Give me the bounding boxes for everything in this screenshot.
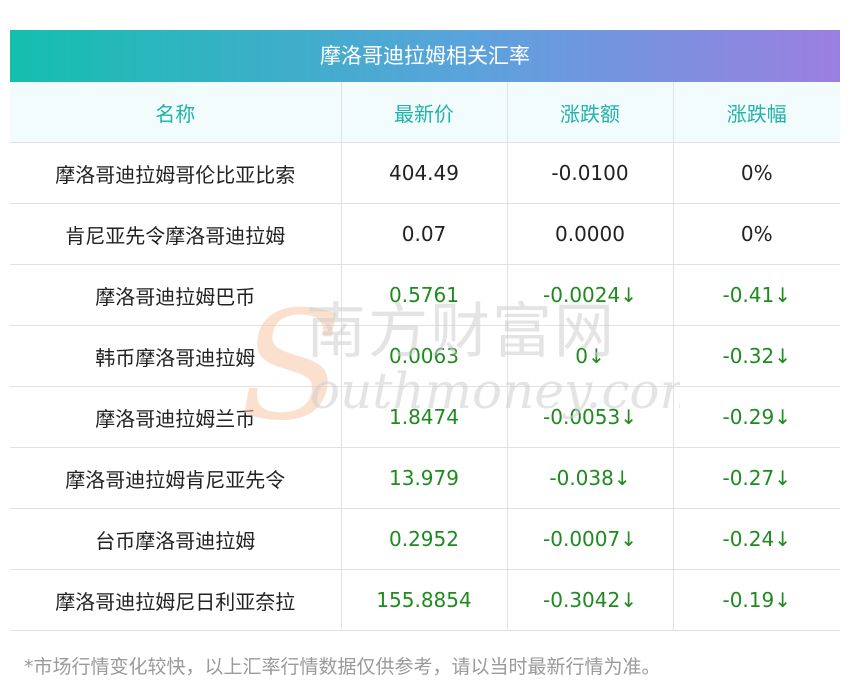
table-row: 摩洛哥迪拉姆肯尼亚先令 13.979 -0.038↓ -0.27↓ (10, 447, 840, 509)
header-row: 名称 最新价 涨跌额 涨跌幅 (10, 82, 840, 143)
exchange-rate-panel: 摩洛哥迪拉姆相关汇率 名称 最新价 涨跌额 涨跌幅 摩洛哥迪拉姆哥伦比亚比索 40… (10, 30, 840, 631)
cell-price: 1.8474 (341, 386, 508, 448)
cell-pct: -0.19↓ (673, 569, 840, 631)
table-row: 肯尼亚先令摩洛哥迪拉姆 0.07 0.0000 0% (10, 203, 840, 265)
cell-pct: -0.41↓ (673, 264, 840, 326)
cell-change: -0.038↓ (507, 447, 674, 509)
table-row: 韩币摩洛哥迪拉姆 0.0063 0↓ -0.32↓ (10, 325, 840, 387)
cell-name: 韩币摩洛哥迪拉姆 (10, 325, 342, 387)
cell-price: 155.8854 (341, 569, 508, 631)
cell-pct: -0.29↓ (673, 386, 840, 448)
table-row: 摩洛哥迪拉姆巴币 0.5761 -0.0024↓ -0.41↓ (10, 264, 840, 326)
cell-name: 摩洛哥迪拉姆尼日利亚奈拉 (10, 569, 342, 631)
cell-name: 摩洛哥迪拉姆肯尼亚先令 (10, 447, 342, 509)
exchange-rate-table: 名称 最新价 涨跌额 涨跌幅 摩洛哥迪拉姆哥伦比亚比索 404.49 -0.0100… (10, 82, 840, 631)
table-row: 摩洛哥迪拉姆尼日利亚奈拉 155.8854 -0.3042↓ -0.19↓ (10, 569, 840, 631)
cell-price: 0.07 (341, 203, 508, 265)
table-row: 摩洛哥迪拉姆哥伦比亚比索 404.49 -0.0100 0% (10, 142, 840, 204)
table-title: 摩洛哥迪拉姆相关汇率 (10, 30, 840, 82)
cell-name: 摩洛哥迪拉姆兰币 (10, 386, 342, 448)
cell-price: 0.2952 (341, 508, 508, 570)
cell-name: 摩洛哥迪拉姆巴币 (10, 264, 342, 326)
cell-change: -0.0024↓ (507, 264, 674, 326)
cell-change: -0.0007↓ (507, 508, 674, 570)
cell-price: 404.49 (341, 142, 508, 204)
cell-name: 台币摩洛哥迪拉姆 (10, 508, 342, 570)
cell-pct: -0.24↓ (673, 508, 840, 570)
cell-price: 0.5761 (341, 264, 508, 326)
cell-price: 13.979 (341, 447, 508, 509)
cell-pct: 0% (673, 142, 840, 204)
cell-price: 0.0063 (341, 325, 508, 387)
cell-name: 肯尼亚先令摩洛哥迪拉姆 (10, 203, 342, 265)
cell-change: -0.0053↓ (507, 386, 674, 448)
cell-change: -0.0100 (507, 142, 674, 204)
column-header-price: 最新价 (341, 82, 508, 143)
cell-name: 摩洛哥迪拉姆哥伦比亚比索 (10, 142, 342, 204)
table-row: 台币摩洛哥迪拉姆 0.2952 -0.0007↓ -0.24↓ (10, 508, 840, 570)
column-header-change: 涨跌额 (507, 82, 674, 143)
cell-change: -0.3042↓ (507, 569, 674, 631)
footnote-disclaimer: *市场行情变化较快，以上汇率行情数据仅供参考，请以当时最新行情为准。 (24, 656, 661, 678)
cell-change: 0↓ (507, 325, 674, 387)
column-header-name: 名称 (10, 82, 342, 143)
cell-pct: -0.27↓ (673, 447, 840, 509)
cell-pct: 0% (673, 203, 840, 265)
cell-change: 0.0000 (507, 203, 674, 265)
column-header-pct: 涨跌幅 (673, 82, 840, 143)
table-row: 摩洛哥迪拉姆兰币 1.8474 -0.0053↓ -0.29↓ (10, 386, 840, 448)
cell-pct: -0.32↓ (673, 325, 840, 387)
